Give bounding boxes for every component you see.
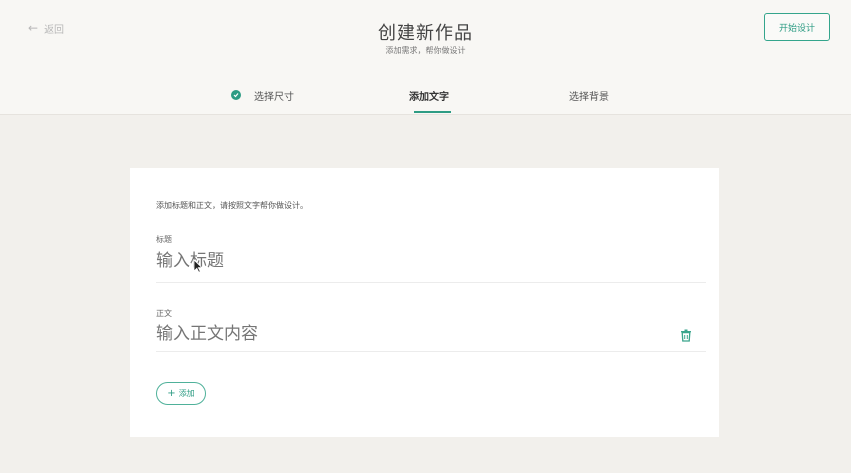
tab-select-background[interactable]: 选择背景: [569, 86, 609, 104]
tab-label: 选择尺寸: [254, 91, 294, 103]
check-circle-icon: [231, 90, 241, 100]
title-field-label: 标题: [156, 235, 172, 244]
body-field-label: 正文: [156, 309, 172, 318]
active-tab-indicator: [414, 111, 451, 113]
body-input[interactable]: [156, 323, 676, 345]
tab-label: 添加文字: [409, 91, 449, 103]
tab-select-size[interactable]: 选择尺寸: [231, 86, 294, 104]
page-title: 创建新作品: [378, 23, 473, 44]
add-field-button[interactable]: + 添加: [156, 382, 206, 405]
form-hint: 添加标题和正文，请按照文字帮你做设计。: [156, 201, 308, 210]
start-design-button[interactable]: 开始设计: [764, 13, 830, 41]
mouse-pointer-icon: [193, 259, 203, 273]
title-underline: [156, 282, 706, 283]
trash-icon[interactable]: [680, 329, 692, 342]
title-input[interactable]: [156, 250, 706, 272]
plus-icon: +: [167, 388, 176, 399]
top-header: ← 返回 创建新作品 添加需求，帮你做设计 开始设计 选择尺寸 添加文字 选择背…: [0, 0, 851, 115]
add-button-label: 添加: [178, 389, 195, 398]
page-subtitle: 添加需求，帮你做设计: [385, 46, 466, 55]
text-form-card: 添加标题和正文，请按照文字帮你做设计。 标题 正文 + 添加: [130, 168, 719, 437]
body-underline: [156, 351, 706, 352]
tab-add-text[interactable]: 添加文字: [409, 86, 449, 104]
tab-label: 选择背景: [569, 91, 609, 103]
